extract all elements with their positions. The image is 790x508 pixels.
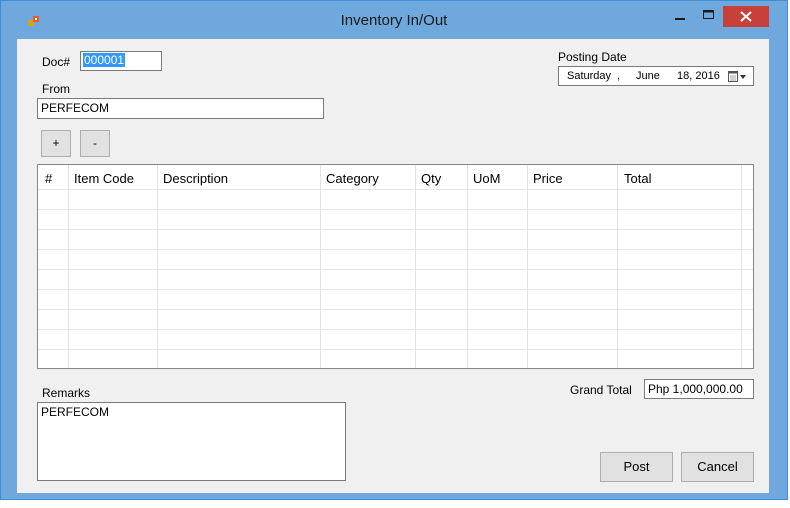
post-button[interactable]: Post xyxy=(600,452,673,482)
posting-date-picker[interactable]: Saturday , June 18, 2016 xyxy=(558,66,754,86)
close-icon[interactable] xyxy=(723,6,769,27)
posting-date-day: Saturday xyxy=(567,70,612,82)
grid-header-category[interactable]: Category xyxy=(326,171,379,186)
grid-row-line xyxy=(38,349,753,350)
grid-row-line xyxy=(38,229,753,230)
posting-date-date: 18, 2016 xyxy=(677,70,720,82)
title-bar[interactable]: Inventory In/Out xyxy=(1,1,787,39)
grid-row-line xyxy=(38,249,753,250)
remove-row-button[interactable]: - xyxy=(80,130,110,157)
grand-total-label: Grand Total xyxy=(570,383,632,397)
maximize-icon[interactable] xyxy=(695,6,721,26)
grid-column-category xyxy=(321,165,416,368)
grid-column-description xyxy=(158,165,321,368)
grid-row-line xyxy=(38,289,753,290)
grid-header-number[interactable]: # xyxy=(45,171,52,186)
form-client-area: Doc# 000001 From PERFECOM Posting Date S… xyxy=(17,39,769,493)
grid-header: # Item Code Description Category Qty UoM… xyxy=(38,165,753,189)
grid-header-uom[interactable]: UoM xyxy=(473,171,500,186)
grid-header-total[interactable]: Total xyxy=(624,171,651,186)
grid-column-uom xyxy=(468,165,528,368)
remarks-field[interactable]: PERFECOM xyxy=(37,402,346,481)
inventory-window: Inventory In/Out Doc# 000001 From PERFEC… xyxy=(0,0,788,500)
grid-column-number xyxy=(38,165,69,368)
grid-header-description[interactable]: Description xyxy=(163,171,228,186)
grid-column-total xyxy=(618,165,742,368)
doc-number-value: 000001 xyxy=(83,53,126,67)
grid-column-item-code xyxy=(69,165,158,368)
grid-column-price xyxy=(528,165,618,368)
calendar-dropdown-icon[interactable] xyxy=(727,70,751,83)
grid-row-line xyxy=(38,329,753,330)
posting-date-label: Posting Date xyxy=(558,50,627,64)
from-label: From xyxy=(42,82,70,96)
minimize-icon[interactable] xyxy=(667,6,693,26)
grid-row-line xyxy=(38,189,753,190)
grid-row-line xyxy=(38,269,753,270)
from-field[interactable]: PERFECOM xyxy=(37,98,324,119)
grid-row-line xyxy=(38,309,753,310)
doc-number-field[interactable]: 000001 xyxy=(80,51,162,71)
grid-header-item-code[interactable]: Item Code xyxy=(74,171,134,186)
grid-header-qty[interactable]: Qty xyxy=(421,171,441,186)
add-row-button[interactable]: + xyxy=(41,130,71,157)
doc-label: Doc# xyxy=(42,55,71,69)
grid-header-price[interactable]: Price xyxy=(533,171,563,186)
grand-total-field: Php 1,000,000.00 xyxy=(644,379,754,399)
posting-date-separator: , xyxy=(617,70,621,82)
posting-date-month: June xyxy=(636,70,660,82)
remarks-label: Remarks xyxy=(42,386,91,400)
grid-row-line xyxy=(38,209,753,210)
cancel-button[interactable]: Cancel xyxy=(681,452,754,482)
grid-column-qty xyxy=(416,165,468,368)
items-grid[interactable]: # Item Code Description Category Qty UoM… xyxy=(37,164,754,369)
